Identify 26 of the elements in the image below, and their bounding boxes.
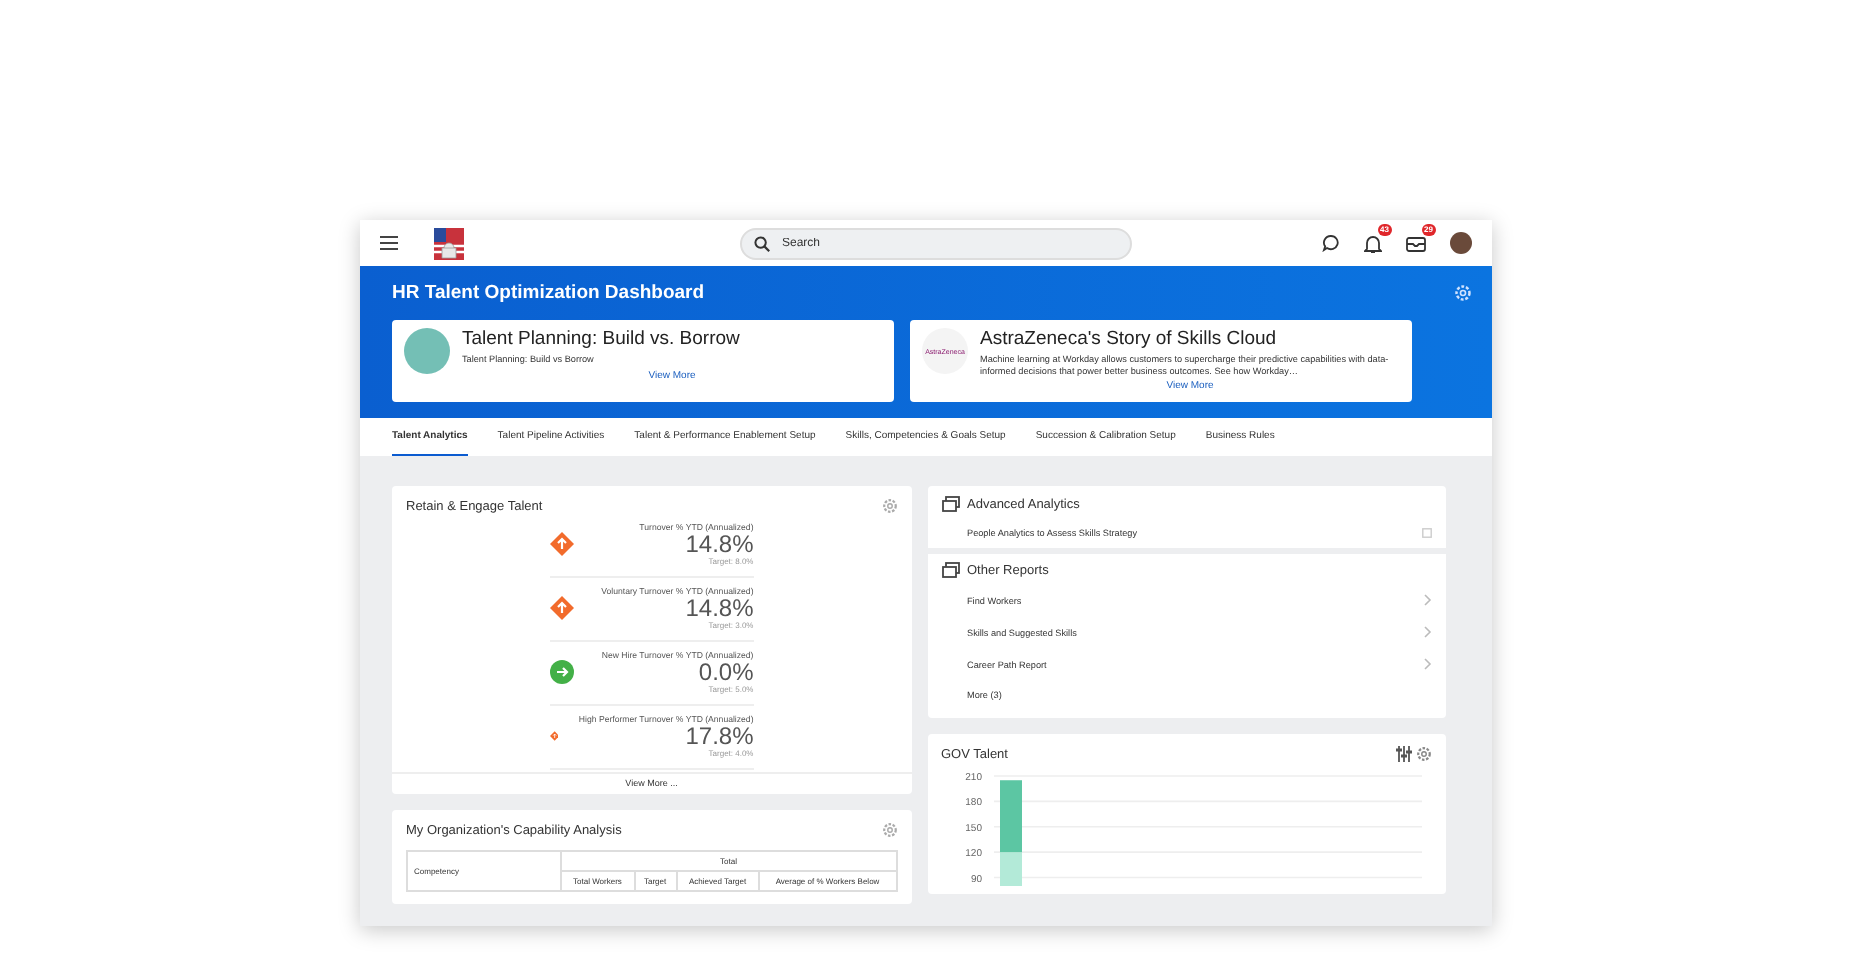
inbox-icon[interactable] (1406, 234, 1426, 252)
right-arrow-circle-icon (549, 660, 574, 684)
metric-value: 14.8% (685, 596, 754, 620)
dashboard-title: HR Talent Optimization Dashboard (392, 282, 705, 304)
chevron-icon (1424, 658, 1432, 670)
up-arrow-diamond-icon (549, 532, 574, 556)
menu-icon[interactable] (380, 236, 398, 250)
settings-icon[interactable] (1416, 746, 1432, 762)
metric-value: 14.8% (685, 532, 754, 556)
reports-icon (941, 496, 959, 512)
promo-title: AstraZeneca's Story of Skills Cloud (980, 328, 1279, 350)
metric-value: 0.0% (698, 660, 754, 684)
chat-bubble-icon[interactable] (1322, 234, 1340, 252)
promo-title: Talent Planning: Build vs. Borrow (462, 328, 742, 350)
search-icon (754, 235, 770, 251)
reports-icon (941, 562, 959, 578)
bell-icon[interactable] (1364, 233, 1382, 253)
chevron-icon (1424, 594, 1432, 606)
metric-value: 17.8% (685, 724, 754, 748)
filter-icon[interactable] (1396, 746, 1412, 762)
illustration-placeholder (404, 328, 450, 374)
flag-building-logo[interactable] (434, 227, 464, 259)
chevron-icon (1424, 626, 1432, 638)
promo-card[interactable] (910, 320, 1412, 402)
up-arrow-diamond-icon (549, 596, 574, 620)
avatar[interactable] (1450, 232, 1472, 254)
